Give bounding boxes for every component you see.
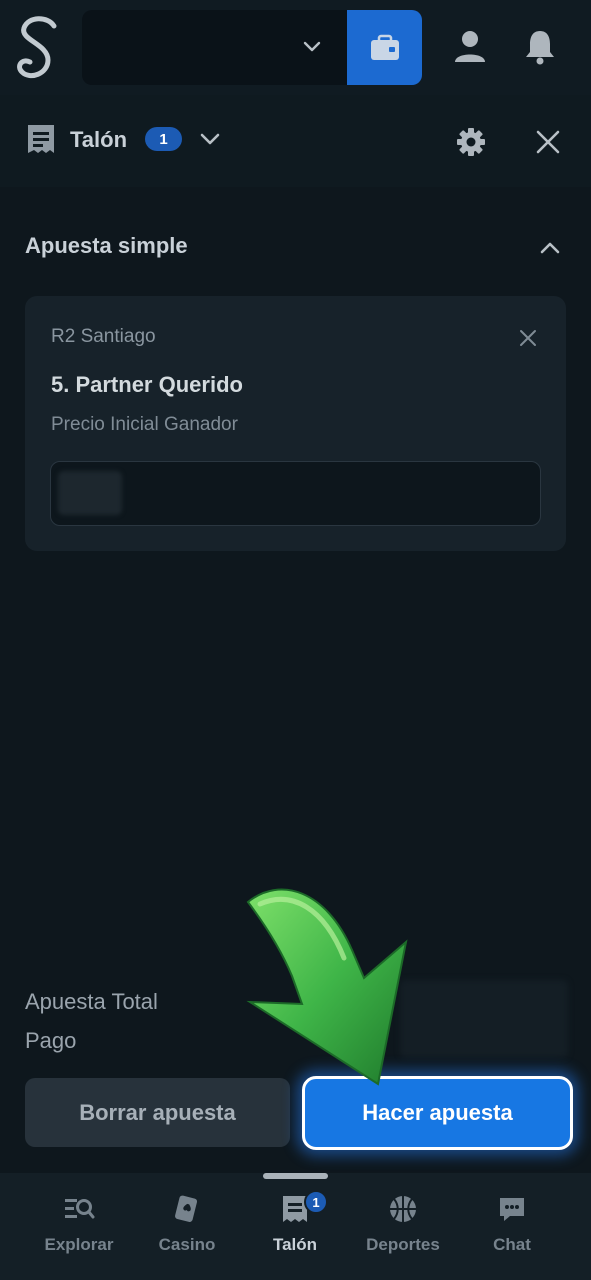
betslip-title: Talón xyxy=(70,127,128,152)
nav-item-chat[interactable]: Chat xyxy=(462,1193,562,1263)
chat-icon xyxy=(500,1198,524,1221)
remove-bet-icon[interactable] xyxy=(516,326,540,350)
wallet-button[interactable] xyxy=(347,10,422,85)
chevron-up-icon[interactable] xyxy=(536,234,564,262)
bell-icon[interactable] xyxy=(520,26,560,66)
total-stake-label: Apuesta Total xyxy=(25,989,158,1014)
nav-item-explorar[interactable]: Explorar xyxy=(29,1193,129,1263)
stake-value-redacted xyxy=(58,471,122,515)
close-icon[interactable] xyxy=(533,127,563,157)
chevron-down-icon[interactable] xyxy=(197,126,223,152)
market-name: Precio Inicial Ganador xyxy=(51,414,238,435)
nav-label: Chat xyxy=(493,1235,531,1254)
nav-item-casino[interactable]: Casino xyxy=(137,1193,237,1263)
nav-label: Deportes xyxy=(366,1235,440,1254)
nav-label: Talón xyxy=(272,1235,318,1254)
nav-item-deportes[interactable]: Deportes xyxy=(353,1193,453,1263)
nav-item-talon[interactable]: 1 Talón xyxy=(245,1190,345,1263)
stake-input[interactable] xyxy=(50,461,541,526)
user-icon[interactable] xyxy=(450,26,490,66)
explore-icon xyxy=(65,1199,95,1219)
green-arrow-pointer-icon xyxy=(246,888,408,1086)
wallet-icon xyxy=(370,34,399,60)
basketball-icon xyxy=(390,1196,416,1222)
gear-icon[interactable] xyxy=(455,126,487,158)
betslip-count-badge: 1 xyxy=(145,127,182,151)
nav-badge: 1 xyxy=(304,1190,328,1214)
cards-icon xyxy=(175,1195,198,1222)
runner-name: 5. Partner Querido xyxy=(51,372,243,397)
nav-label: Casino xyxy=(158,1235,216,1254)
nav-label: Explorar xyxy=(44,1235,114,1254)
payout-label: Pago xyxy=(25,1028,77,1053)
race-name: R2 Santiago xyxy=(51,326,156,347)
logo-icon[interactable] xyxy=(14,14,60,82)
active-tab-indicator xyxy=(263,1173,328,1179)
totals-value-redacted xyxy=(400,980,568,1058)
section-title: Apuesta simple xyxy=(25,233,188,258)
betslip-icon xyxy=(28,125,54,153)
chevron-down-icon[interactable] xyxy=(300,34,324,58)
